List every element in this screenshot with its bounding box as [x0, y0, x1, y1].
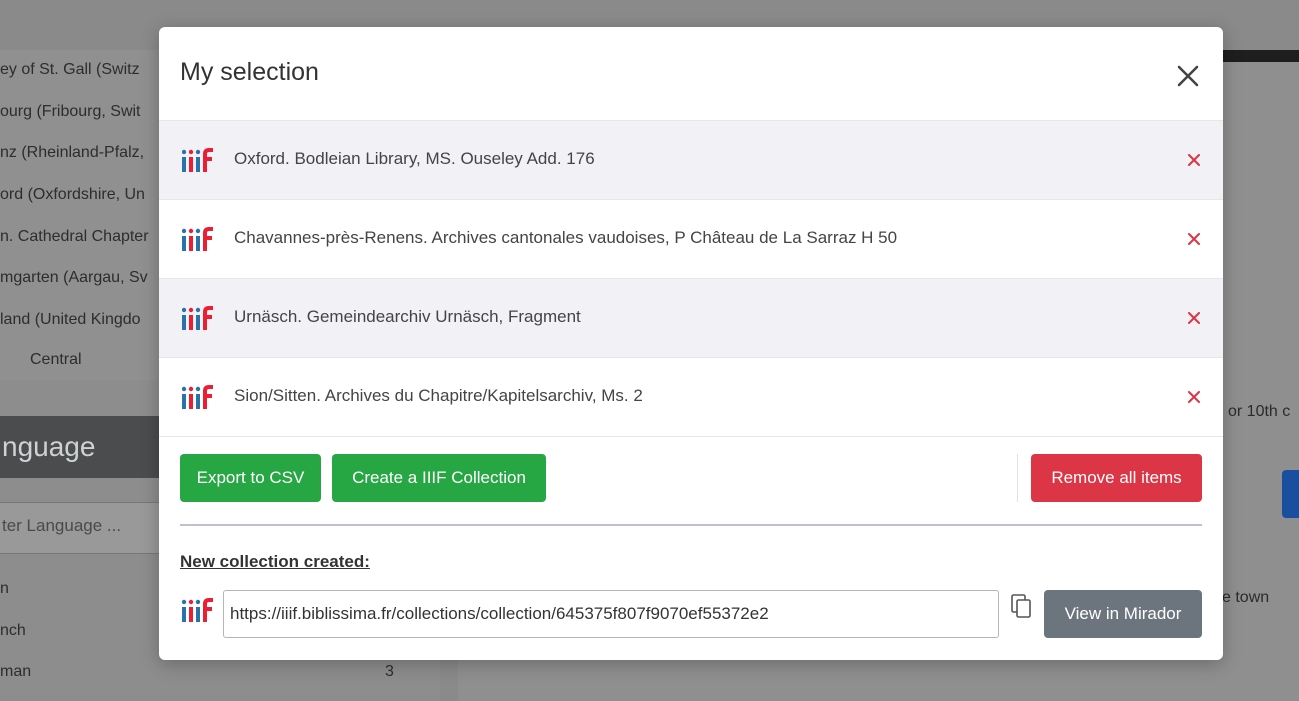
result-snippet: e town — [1222, 589, 1270, 606]
remove-x-icon — [1188, 154, 1200, 166]
export-csv-button[interactable]: Export to CSV — [180, 454, 321, 502]
selection-item: Urnäsch. Gemeindearchiv Urnäsch, Fragmen… — [159, 278, 1223, 357]
iiif-logo-icon[interactable] — [182, 306, 214, 330]
create-iiif-collection-button[interactable]: Create a IIIF Collection — [332, 454, 546, 502]
language-row: nch — [0, 622, 26, 639]
facet-list: ey of St. Gall (Switz ourg (Fribourg, Sw… — [0, 50, 160, 380]
selection-item: Chavannes-près-Renens. Archives cantonal… — [159, 199, 1223, 278]
iiif-logo-icon[interactable] — [182, 598, 214, 622]
button-group-divider — [1017, 454, 1018, 502]
facet-list-item: ourg (Fribourg, Swit — [0, 103, 141, 120]
my-selection-modal: My selection Oxford. Bodleian Library, M… — [159, 27, 1223, 660]
collection-url-input[interactable] — [223, 590, 999, 638]
section-divider — [180, 524, 1202, 526]
remove-item-button[interactable] — [1184, 229, 1204, 249]
selection-list: Oxford. Bodleian Library, MS. Ouseley Ad… — [159, 120, 1223, 437]
selection-item: Oxford. Bodleian Library, MS. Ouseley Ad… — [159, 120, 1223, 199]
selection-item-label[interactable]: Oxford. Bodleian Library, MS. Ouseley Ad… — [234, 149, 595, 169]
copy-icon[interactable] — [1011, 594, 1033, 620]
iiif-logo-icon[interactable] — [182, 227, 214, 251]
close-icon — [1177, 65, 1199, 87]
iiif-logo-icon[interactable] — [182, 148, 214, 172]
language-filter-placeholder: ter Language ... — [2, 516, 122, 535]
facet-list-item: land (United Kingdo — [0, 311, 141, 328]
facet-list-item: ey of St. Gall (Switz — [0, 61, 140, 78]
remove-x-icon — [1188, 391, 1200, 403]
language-row: man — [0, 663, 32, 680]
view-in-mirador-button[interactable]: View in Mirador — [1044, 590, 1202, 638]
remove-x-icon — [1188, 233, 1200, 245]
modal-title: My selection — [180, 58, 319, 86]
selection-item-label[interactable]: Urnäsch. Gemeindearchiv Urnäsch, Fragmen… — [234, 307, 581, 327]
remove-all-items-button[interactable]: Remove all items — [1031, 454, 1202, 502]
page-navbar — [1222, 50, 1299, 62]
selection-item: Sion/Sitten. Archives du Chapitre/Kapite… — [159, 357, 1223, 437]
facet-list-item: n. Cathedral Chapter — [0, 228, 149, 245]
result-snippet: or 10th c — [1228, 403, 1291, 420]
remove-item-button[interactable] — [1184, 308, 1204, 328]
selection-item-label[interactable]: Sion/Sitten. Archives du Chapitre/Kapite… — [234, 386, 643, 406]
selection-item-label[interactable]: Chavannes-près-Renens. Archives cantonal… — [234, 228, 897, 248]
result-button — [1282, 470, 1299, 518]
facet-list-item: mgarten (Aargau, Sv — [0, 269, 148, 286]
remove-item-button[interactable] — [1184, 387, 1204, 407]
facet-list-item: ord (Oxfordshire, Un — [0, 186, 145, 203]
remove-x-icon — [1188, 312, 1200, 324]
facet-list-item: Central — [30, 351, 82, 368]
facet-list-item: nz (Rheinland-Pfalz, — [0, 144, 145, 161]
remove-item-button[interactable] — [1184, 150, 1204, 170]
close-button[interactable] — [1173, 61, 1203, 91]
language-row: n — [0, 580, 9, 597]
language-facet-title: nguage — [2, 431, 96, 462]
language-count: 3 — [385, 663, 394, 680]
collection-created-label: New collection created: — [180, 552, 370, 571]
iiif-logo-icon[interactable] — [182, 385, 214, 409]
